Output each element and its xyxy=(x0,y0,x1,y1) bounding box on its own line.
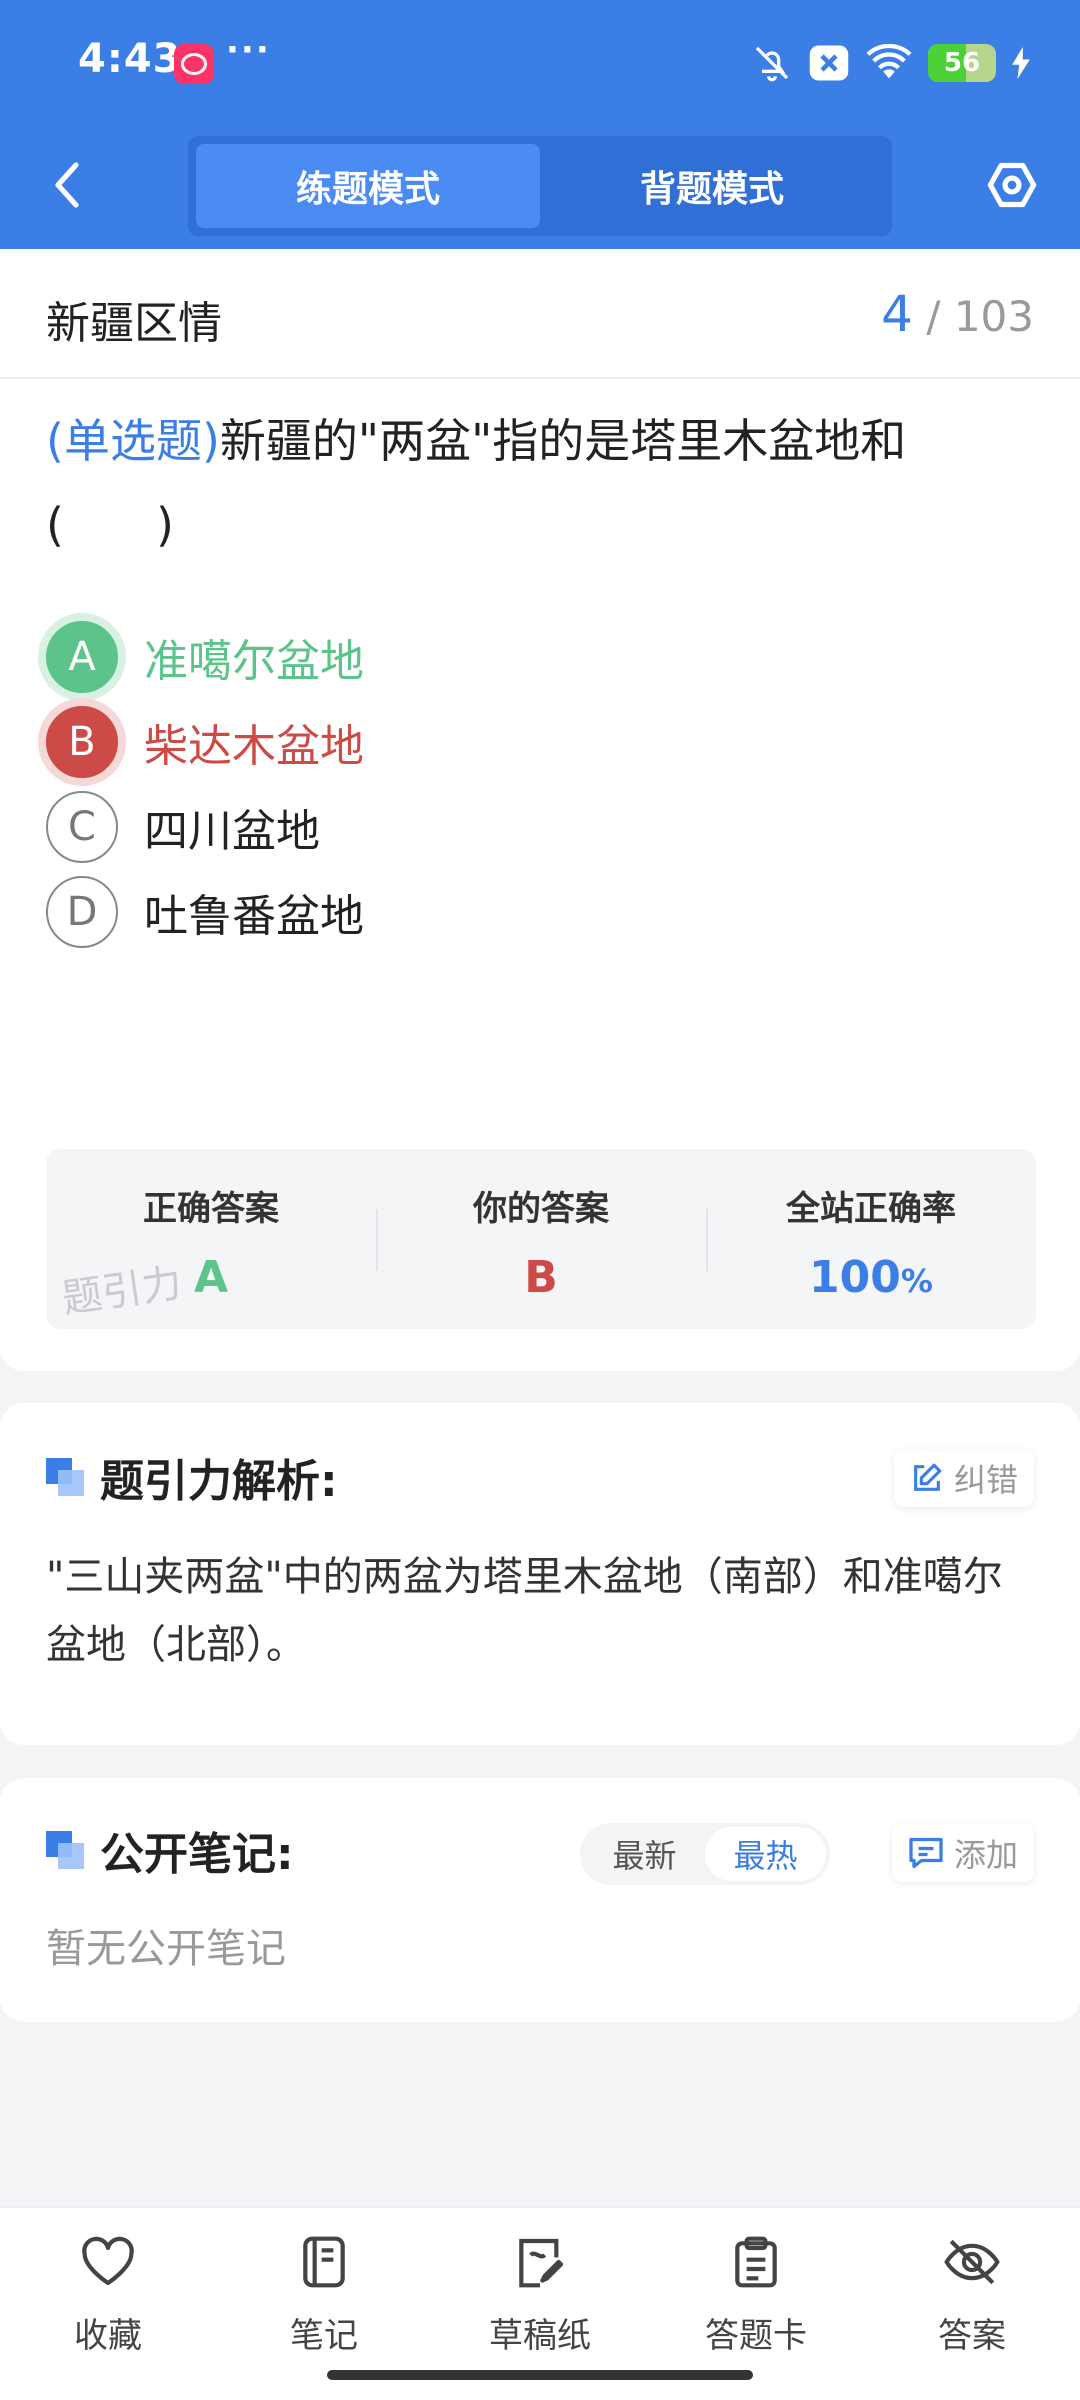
option-letter: A xyxy=(46,621,118,693)
analysis-title: 题引力解析: xyxy=(46,1445,338,1509)
option-c[interactable]: C 四川盆地 xyxy=(46,790,1026,864)
analysis-text: "三山夹两盆"中的两盆为塔里木盆地（南部）和准噶尔盆地（北部）。 xyxy=(46,1554,1003,1668)
mode-practice-tab[interactable]: 练题模式 xyxy=(196,144,540,228)
report-error-button[interactable]: 纠错 xyxy=(893,1449,1034,1507)
option-text: 吐鲁番盆地 xyxy=(144,891,364,942)
eye-off-icon xyxy=(942,2232,1002,2292)
more-notifications-indicator: ··· xyxy=(226,30,271,70)
add-note-button[interactable]: 添加 xyxy=(891,1824,1034,1882)
question-counter[interactable]: 4 / 103 xyxy=(881,285,1034,343)
close-box-icon xyxy=(809,45,849,81)
answer-sheet-label: 答题卡 xyxy=(705,2316,807,2356)
public-notes-card: 公开笔记: 最新 最热 添加 暂无公开笔记 xyxy=(0,1778,1080,2022)
back-button[interactable] xyxy=(42,155,92,215)
battery-level: 56 xyxy=(943,48,981,78)
favorite-button[interactable]: 收藏 xyxy=(0,2208,216,2400)
correct-answer-label: 正确答案 xyxy=(143,1189,279,1229)
app-notification-icon xyxy=(174,44,214,84)
section-squares-icon xyxy=(46,1458,84,1496)
option-text: 柴达木盆地 xyxy=(144,721,364,772)
notes-label: 笔记 xyxy=(290,2316,358,2356)
analysis-card: 题引力解析: 纠错 "三山夹两盆"中的两盆为塔里木盆地（南部）和准噶尔盆地（北部… xyxy=(0,1403,1080,1745)
question-blank: ( ) xyxy=(46,498,174,552)
question-stem: 新疆的"两盆"指的是塔里木盆地和 xyxy=(219,414,907,468)
option-b[interactable]: B 柴达木盆地 xyxy=(46,705,1026,779)
settings-button[interactable] xyxy=(980,153,1044,217)
notebook-icon xyxy=(294,2232,354,2292)
show-answer-button[interactable]: 答案 xyxy=(864,2208,1080,2400)
empty-notes-text: 暂无公开笔记 xyxy=(46,1926,286,1972)
settings-hexagon-icon xyxy=(987,162,1037,208)
option-d[interactable]: D 吐鲁番盆地 xyxy=(46,875,1026,949)
sort-hottest-tab[interactable]: 最热 xyxy=(705,1827,826,1881)
option-a[interactable]: A 准噶尔盆地 xyxy=(46,620,1026,694)
notes-sort-tabs: 最新 最热 xyxy=(580,1823,830,1885)
mode-switch: 练题模式 背题模式 xyxy=(188,136,892,236)
favorite-label: 收藏 xyxy=(74,2316,142,2356)
clipboard-icon xyxy=(726,2232,786,2292)
category-title: 新疆区情 xyxy=(46,298,222,349)
nav-bar: 练题模式 背题模式 xyxy=(0,125,1080,249)
status-time: 4:43 xyxy=(78,36,182,82)
question-text: (单选题)新疆的"两盆"指的是塔里木盆地和 ( ) xyxy=(46,399,1036,567)
question-card: 新疆区情 4 / 103 (单选题)新疆的"两盆"指的是塔里木盆地和 ( ) A… xyxy=(0,249,1080,1371)
option-letter: B xyxy=(46,706,118,778)
option-text: 准噶尔盆地 xyxy=(144,636,364,687)
option-text: 四川盆地 xyxy=(144,806,320,857)
status-icons: 56 xyxy=(752,38,1030,88)
accuracy-label: 全站正确率 xyxy=(786,1189,956,1229)
accuracy-value: 100% xyxy=(809,1252,933,1303)
correct-answer-value: A xyxy=(193,1252,229,1303)
sort-latest-tab[interactable]: 最新 xyxy=(584,1827,705,1881)
counter-separator: / xyxy=(926,292,941,341)
app-header: 4:43 ··· 56 练题模式 背题模式 xyxy=(0,0,1080,249)
total-questions: 103 xyxy=(953,292,1034,341)
option-letter: D xyxy=(46,876,118,948)
status-bar: 4:43 ··· 56 xyxy=(0,0,1080,125)
bell-off-icon xyxy=(755,46,789,82)
wifi-icon xyxy=(866,43,912,79)
question-type: (单选题) xyxy=(46,414,220,468)
draft-paper-icon xyxy=(510,2232,570,2292)
your-answer-label: 你的答案 xyxy=(473,1189,609,1229)
mode-memorize-tab[interactable]: 背题模式 xyxy=(540,144,884,228)
heart-icon xyxy=(78,2232,138,2292)
chevron-left-icon xyxy=(55,162,79,208)
notes-title: 公开笔记: xyxy=(46,1818,294,1882)
show-answer-label: 答案 xyxy=(938,2316,1006,2356)
accuracy-block: 全站正确率 100% xyxy=(706,1149,1036,1329)
category-row: 新疆区情 4 / 103 xyxy=(0,249,1080,379)
comment-icon xyxy=(909,1837,943,1869)
current-question-number: 4 xyxy=(881,285,913,343)
your-answer-value: B xyxy=(524,1252,558,1303)
your-answer-block: 你的答案 B xyxy=(376,1149,706,1329)
charging-icon xyxy=(1012,47,1030,79)
section-squares-icon xyxy=(46,1831,84,1869)
option-letter: C xyxy=(46,791,118,863)
draft-paper-label: 草稿纸 xyxy=(489,2316,591,2356)
home-indicator[interactable] xyxy=(327,2370,753,2380)
battery-indicator: 56 xyxy=(928,44,996,82)
edit-icon xyxy=(914,1463,942,1491)
answer-result-panel: 正确答案 A 你的答案 B 全站正确率 100% 题引力 xyxy=(46,1149,1036,1329)
